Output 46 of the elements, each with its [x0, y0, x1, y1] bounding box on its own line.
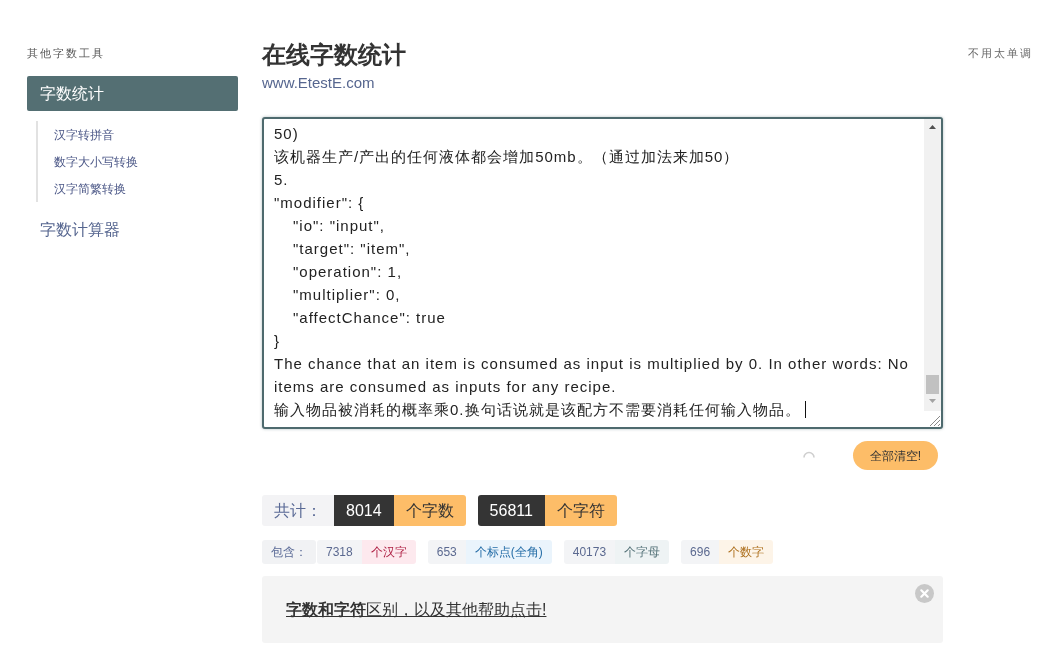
sidebar-subitem[interactable]: 数字大小写转换: [54, 152, 138, 171]
scroll-up-icon[interactable]: [929, 125, 936, 129]
sidebar-item[interactable]: 字数计算器: [40, 218, 120, 241]
page-title: 在线字数统计: [262, 40, 406, 70]
count-unit: 个标点(全角): [465, 540, 552, 564]
sidebar-subitem[interactable]: 汉字转拼音: [54, 125, 114, 144]
scroll-down-icon[interactable]: [929, 399, 936, 403]
text-line: }: [274, 331, 280, 351]
help-link[interactable]: 字数和字符区别，以及其他帮助点击!: [286, 597, 547, 622]
count-value: 56811: [477, 495, 545, 526]
site-url-link[interactable]: www.EtestE.com: [262, 73, 375, 93]
text-line: 5.: [274, 170, 289, 190]
resize-grip-icon[interactable]: [930, 416, 940, 426]
text-line: "operation": 1,: [293, 262, 403, 282]
scrollbar-thumb[interactable]: [926, 375, 939, 394]
scrollbar[interactable]: [924, 119, 941, 411]
aside-text: 不用太单调: [968, 46, 1033, 61]
text-line: 该机器生产/产出的任何液体都会增加50mb。（通过加法来加50）: [274, 147, 740, 167]
text-line: "affectChance": true: [293, 308, 446, 328]
text-line: 50): [274, 124, 299, 144]
totals-label: 共计：: [262, 495, 334, 526]
count-value: 7318: [317, 540, 362, 564]
sidebar-subitem[interactable]: 汉字简繁转换: [54, 179, 126, 198]
text-line: "multiplier": 0,: [293, 285, 401, 305]
text-cursor-icon: [804, 401, 806, 418]
count-unit: 个字母: [615, 540, 670, 564]
breakdown-label: 包含：: [262, 540, 316, 564]
loading-spinner-icon: [803, 450, 815, 458]
text-line: "io": "input",: [293, 216, 385, 236]
sidebar-item[interactable]: 字数统计: [27, 76, 238, 111]
sidebar-heading: 其他字数工具: [27, 46, 105, 61]
text-line: The chance that an item is consumed as input is multiplied by 0. In other words: No items are consumed as inputs for any recipe.: [274, 354, 910, 397]
text-line: "target": "item",: [293, 239, 411, 259]
text-area[interactable]: [262, 117, 943, 429]
count-unit: 个字符: [544, 495, 617, 526]
count-unit: 个字数: [393, 495, 466, 526]
count-value: 653: [427, 540, 466, 564]
count-value: 40173: [563, 540, 616, 564]
count-value: 8014: [334, 495, 394, 526]
count-value: 696: [681, 540, 720, 564]
text-line: 输入物品被消耗的概率乘0.换句话说就是该配方不需要消耗任何输入物品。: [274, 400, 801, 420]
close-icon[interactable]: [915, 584, 934, 603]
count-unit: 个汉字: [361, 540, 416, 564]
clear-all-button[interactable]: 全部清空!: [853, 441, 938, 470]
text-line: "modifier": {: [274, 193, 365, 213]
count-unit: 个数字: [719, 540, 774, 564]
